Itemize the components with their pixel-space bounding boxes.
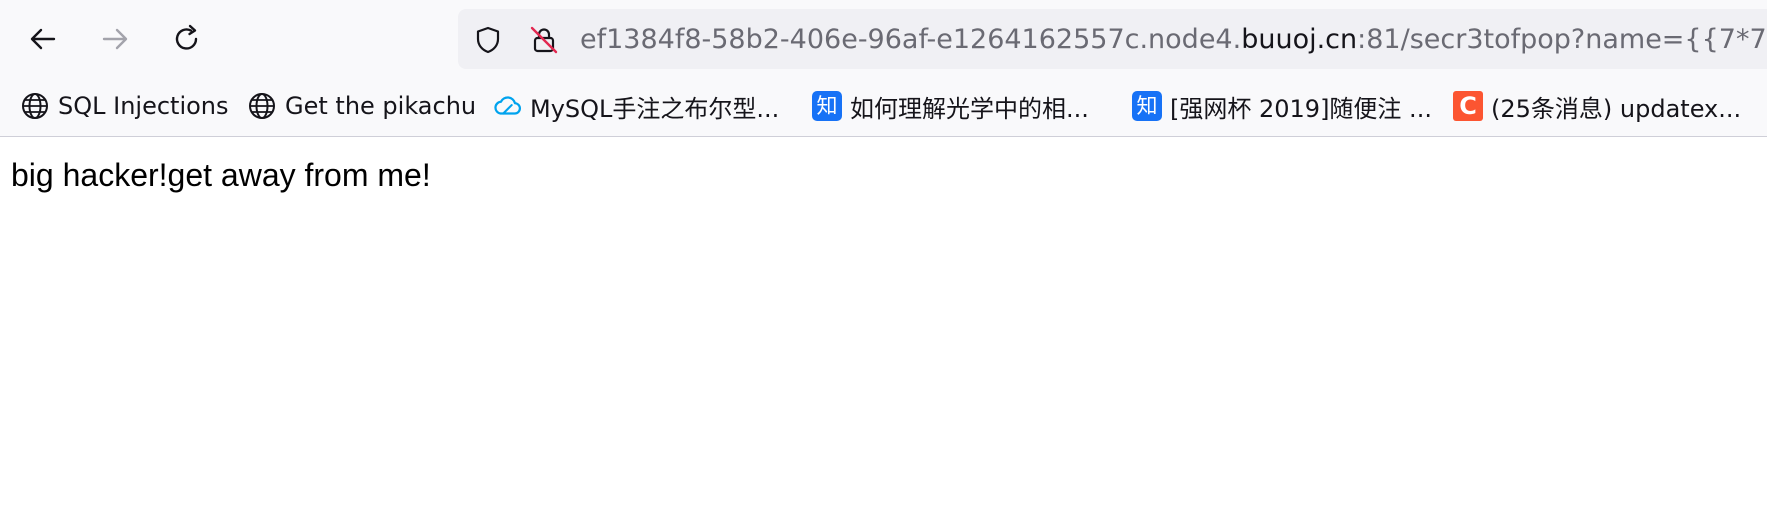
bookmark-label: (25条消息) updatex... — [1491, 94, 1742, 123]
url-host: buuoj.cn — [1241, 24, 1358, 55]
back-arrow-icon — [30, 28, 56, 50]
bookmark-label: 如何理解光学中的相... — [850, 94, 1089, 123]
zhihu-icon: 知 — [812, 91, 842, 121]
bookmark-label: MySQL手注之布尔型... — [530, 94, 780, 123]
forward-arrow-icon — [102, 28, 128, 50]
url-bar[interactable]: ef1384f8-58b2-406e-96af-e1264162557c.nod… — [458, 9, 1767, 69]
bookmark-csdn-updatexml[interactable]: C (25条消息) updatex... — [1453, 89, 1741, 123]
url-text[interactable]: ef1384f8-58b2-406e-96af-e1264162557c.nod… — [580, 23, 1767, 57]
page-body-text: big hacker!get away from me! — [11, 157, 431, 193]
reload-icon — [175, 24, 198, 50]
reload-button[interactable] — [167, 19, 207, 59]
insecure-lock-icon[interactable] — [529, 25, 559, 55]
bookmark-mysql-boolean[interactable]: MySQL手注之布尔型... — [492, 89, 779, 123]
bookmark-sql-injections[interactable]: SQL Injections — [20, 89, 229, 123]
browser-toolbar: ef1384f8-58b2-406e-96af-e1264162557c.nod… — [0, 0, 1767, 76]
bookmark-label: SQL Injections — [58, 92, 229, 120]
bookmark-optics-phase[interactable]: 知 如何理解光学中的相... — [812, 89, 1089, 123]
shield-icon[interactable] — [473, 25, 503, 55]
url-prefix: ef1384f8-58b2-406e-96af-e1264162557c.nod… — [580, 24, 1242, 55]
forward-button[interactable] — [95, 19, 135, 59]
bookmark-label: Get the pikachu — [285, 92, 477, 120]
url-suffix: :81/secr3tofpop?name={{7*7}} — [1357, 24, 1767, 55]
csdn-icon: C — [1453, 91, 1483, 121]
bookmark-qwb-2019[interactable]: 知 [强网杯 2019]随便注 ... — [1132, 89, 1432, 123]
cloud-icon — [492, 91, 522, 121]
globe-icon — [247, 91, 277, 121]
back-button[interactable] — [23, 19, 63, 59]
bookmark-get-the-pikachu[interactable]: Get the pikachu — [247, 89, 476, 123]
bookmark-label: [强网杯 2019]随便注 ... — [1170, 94, 1432, 123]
bookmarks-toolbar: SQL Injections Get the pikachu MySQL手注之布… — [0, 76, 1767, 137]
zhihu-icon: 知 — [1132, 91, 1162, 121]
globe-icon — [20, 91, 50, 121]
